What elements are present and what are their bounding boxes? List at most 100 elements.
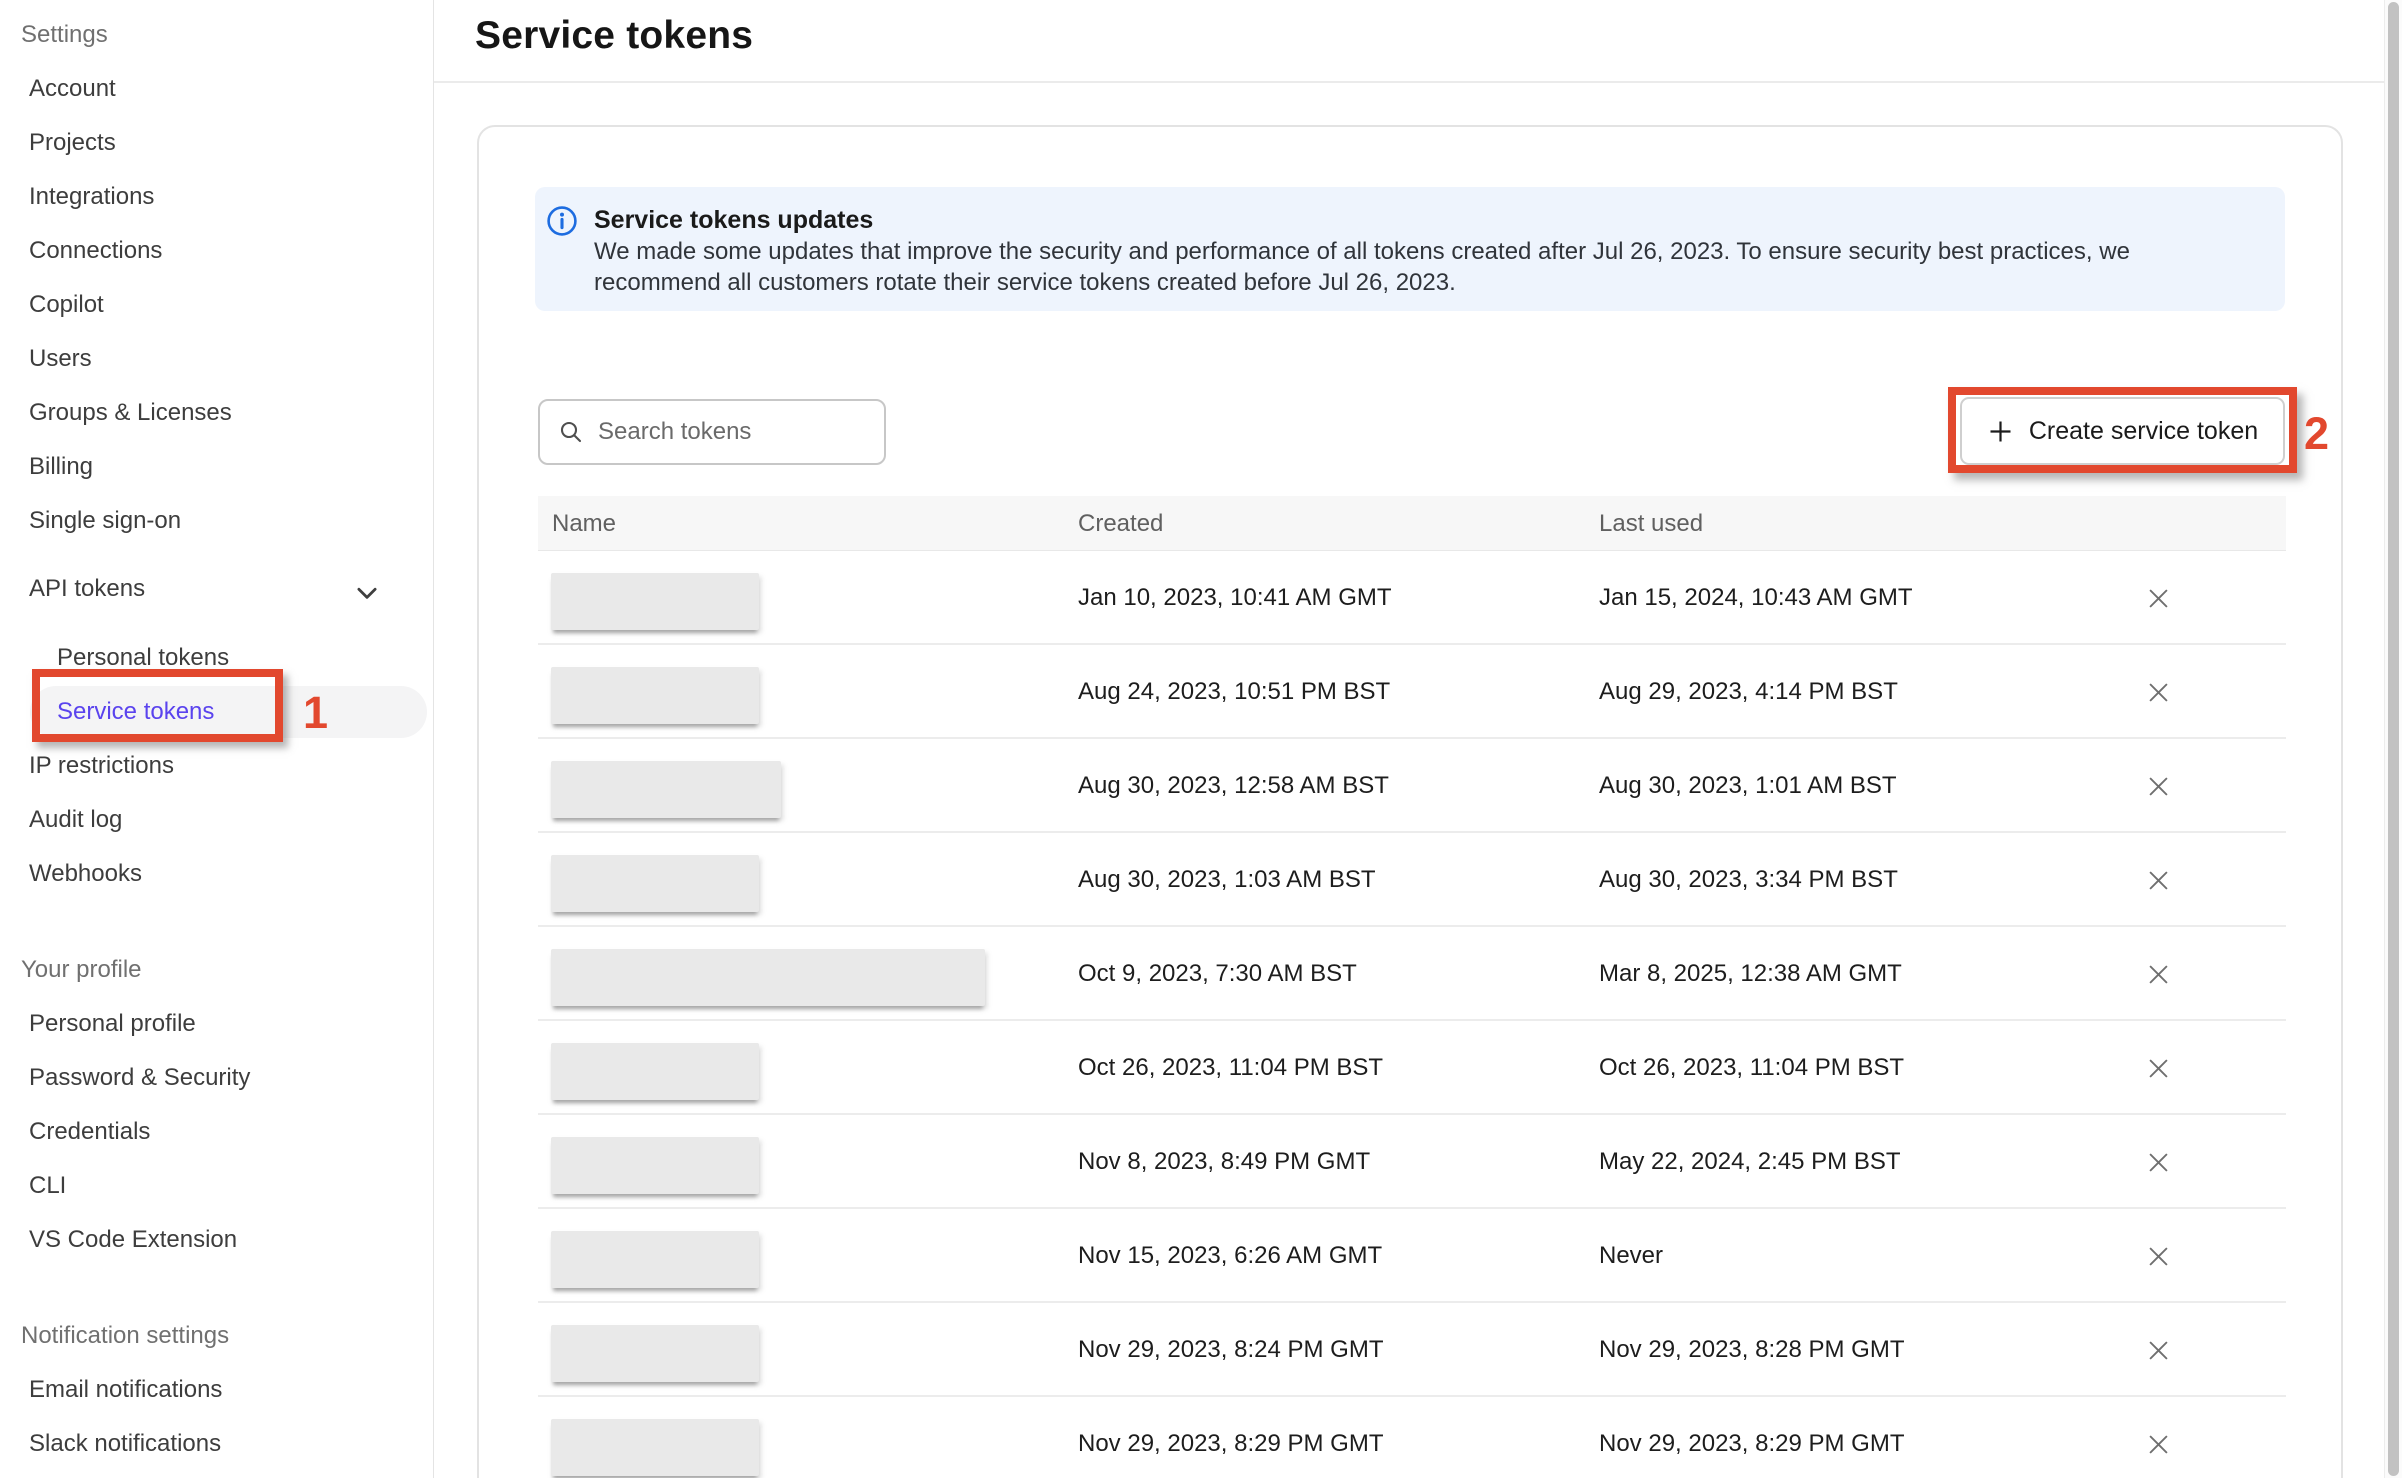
sidebar-item-email-notifications[interactable]: Email notifications [0,1363,433,1417]
banner-title: Service tokens updates [594,204,873,236]
close-icon [2145,1055,2172,1082]
sidebar-item-integrations[interactable]: Integrations [0,170,433,224]
sidebar-item-label: Audit log [29,806,122,833]
sidebar-item-credentials[interactable]: Credentials [0,1105,433,1159]
chevron-down-icon [352,574,382,628]
sidebar-item-label: Personal profile [29,1010,196,1037]
close-icon [2145,1149,2172,1176]
token-created-cell: Nov 8, 2023, 8:49 PM GMT [1078,1115,1370,1209]
token-last-used-cell: Aug 30, 2023, 3:34 PM BST [1599,833,1898,927]
sidebar-item-personal-tokens[interactable]: Personal tokens [0,631,433,685]
info-banner: Service tokens updates We made some upda… [535,187,2285,311]
sidebar-item-label: Billing [29,453,93,480]
scrollbar-thumb[interactable] [2388,2,2399,1476]
title-divider [434,81,2402,83]
token-created-cell: Nov 29, 2023, 8:29 PM GMT [1078,1397,1383,1478]
table-row: Nov 29, 2023, 8:29 PM GMTNov 29, 2023, 8… [538,1397,2286,1478]
delete-token-button[interactable] [2143,1209,2173,1303]
sidebar-subitems: Personal tokens Service tokens [0,631,433,739]
sidebar-item-audit-log[interactable]: Audit log [0,793,433,847]
column-header-created: Created [1078,496,1163,551]
table-row: Nov 29, 2023, 8:24 PM GMTNov 29, 2023, 8… [538,1303,2286,1397]
annotation-step-2: 2 [2304,408,2329,460]
sidebar-section: Your profile Personal profile Password & S… [0,943,433,1267]
sidebar-item-copilot[interactable]: Copilot [0,278,433,332]
close-icon [2145,679,2172,706]
sidebar-item-label: Webhooks [29,860,142,887]
sidebar-section-header: Settings [0,8,433,62]
token-last-used-cell: Mar 8, 2025, 12:38 AM GMT [1599,927,1902,1021]
search-tokens-field[interactable] [538,399,886,465]
sidebar-section: SettingsAccount Projects Integrations Conne… [0,8,433,901]
sidebar-item-service-tokens[interactable]: Service tokens [0,685,433,739]
sidebar-item-label: Slack notifications [29,1430,221,1457]
sidebar-item-personal-profile[interactable]: Personal profile [0,997,433,1051]
sidebar-item-single-sign-on[interactable]: Single sign-on [0,494,433,548]
sidebar-item-label: Projects [29,129,116,156]
token-last-used-cell: Never [1599,1209,1663,1303]
close-icon [2145,585,2172,612]
token-name-redacted [551,1137,759,1194]
token-last-used-cell: Aug 29, 2023, 4:14 PM BST [1599,645,1898,739]
sidebar-item-cli[interactable]: CLI [0,1159,433,1213]
sidebar-section-header: Your profile [0,943,433,997]
token-created-cell: Jan 10, 2023, 10:41 AM GMT [1078,551,1392,645]
token-last-used-cell: May 22, 2024, 2:45 PM BST [1599,1115,1901,1209]
delete-token-button[interactable] [2143,927,2173,1021]
delete-token-button[interactable] [2143,833,2173,927]
token-created-cell: Aug 24, 2023, 10:51 PM BST [1078,645,1390,739]
delete-token-button[interactable] [2143,1021,2173,1115]
token-last-used-cell: Jan 15, 2024, 10:43 AM GMT [1599,551,1913,645]
sidebar-item-label: CLI [29,1172,66,1199]
sidebar-item-users[interactable]: Users [0,332,433,386]
search-icon [558,419,584,445]
sidebar-item-api-tokens[interactable]: API tokens [0,562,433,616]
token-name-redacted [551,573,759,630]
token-name-redacted [551,1419,759,1476]
sidebar-item-connections[interactable]: Connections [0,224,433,278]
table-header: Name Created Last used [538,496,2286,551]
delete-token-button[interactable] [2143,1397,2173,1478]
sidebar-item-password-security[interactable]: Password & Security [0,1051,433,1105]
sidebar-item-ip-restrictions[interactable]: IP restrictions [0,739,433,793]
sidebar-item-label: Users [29,345,92,372]
table-row: Aug 30, 2023, 12:58 AM BSTAug 30, 2023, … [538,739,2286,833]
sidebar-item-vs-code-extension[interactable]: VS Code Extension [0,1213,433,1267]
sidebar-item-account[interactable]: Account [0,62,433,116]
table-row: Aug 30, 2023, 1:03 AM BSTAug 30, 2023, 3… [538,833,2286,927]
sidebar-section: Notification settingsEmail notifications… [0,1309,433,1471]
delete-token-button[interactable] [2143,645,2173,739]
sidebar-item-webhooks[interactable]: Webhooks [0,847,433,901]
table-row: Oct 9, 2023, 7:30 AM BSTMar 8, 2025, 12:… [538,927,2286,1021]
page-title: Service tokens [475,14,753,58]
token-name-redacted [551,855,759,912]
column-header-name: Name [552,496,616,551]
sidebar-item-slack-notifications[interactable]: Slack notifications [0,1417,433,1471]
token-name-redacted [551,1325,759,1382]
token-created-cell: Nov 29, 2023, 8:24 PM GMT [1078,1303,1383,1397]
sidebar-item-label: Password & Security [29,1064,250,1091]
sidebar-item-label: Copilot [29,291,104,318]
sidebar-item-groups-licenses[interactable]: Groups & Licenses [0,386,433,440]
sidebar-item-label: Integrations [29,183,154,210]
delete-token-button[interactable] [2143,551,2173,645]
delete-token-button[interactable] [2143,739,2173,833]
delete-token-button[interactable] [2143,1303,2173,1397]
delete-token-button[interactable] [2143,1115,2173,1209]
create-service-token-button[interactable]: Create service token [1960,397,2285,465]
sidebar-item-label: Groups & Licenses [29,399,232,426]
sidebar-item-projects[interactable]: Projects [0,116,433,170]
token-name-redacted [551,1231,759,1288]
scrollbar [2384,0,2402,1478]
search-input[interactable] [598,418,838,446]
annotation-step-1: 1 [303,687,328,739]
sidebar-item-label: Service tokens [57,698,214,725]
close-icon [2145,1337,2172,1364]
service-tokens-table: Name Created Last used Jan 10, 2023, 10:… [538,496,2286,1478]
column-header-last-used: Last used [1599,496,1703,551]
sidebar-item-billing[interactable]: Billing [0,440,433,494]
token-name-redacted [551,1043,759,1100]
table-row: Nov 8, 2023, 8:49 PM GMT May 22, 2024, 2:… [538,1115,2286,1209]
table-row: Oct 26, 2023, 11:04 PM BSTOct 26, 2023, … [538,1021,2286,1115]
token-name-redacted [551,667,759,724]
